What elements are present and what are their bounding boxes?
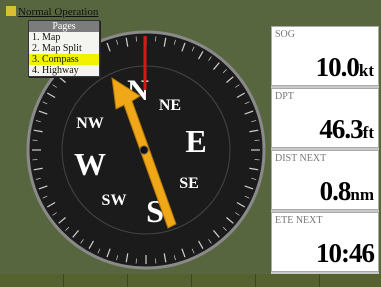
value-unit: kt	[358, 61, 374, 80]
menu-item-compass[interactable]: 3. Compass	[29, 54, 99, 65]
softkey-bar	[0, 274, 381, 287]
menu-item-map-split[interactable]: 2. Map Split	[29, 43, 99, 54]
data-fields-panel: SOG 10.0kt DPT 46.3ft DIST NEXT 0.8nm ET…	[271, 26, 379, 274]
data-field-dist-next[interactable]: DIST NEXT 0.8nm	[271, 150, 379, 210]
data-field-ete-next[interactable]: ETE NEXT 10:46	[271, 212, 379, 272]
pages-menu[interactable]: Pages 1. Map 2. Map Split 3. Compass 4. …	[28, 20, 100, 77]
intercardinal-sw: SW	[102, 192, 127, 209]
menu-item-highway[interactable]: 4. Highway	[29, 65, 99, 76]
data-field-label: DPT	[275, 91, 294, 102]
softkey-2[interactable]	[64, 274, 128, 287]
menu-item-map[interactable]: 1. Map	[29, 32, 99, 43]
data-field-value: 46.3ft	[319, 114, 374, 145]
data-field-dpt[interactable]: DPT 46.3ft	[271, 88, 379, 148]
page-title: Normal Operation	[18, 6, 99, 18]
data-field-label: ETE NEXT	[275, 215, 323, 226]
value-number: 10:46	[316, 238, 375, 268]
data-field-label: DIST NEXT	[275, 153, 327, 164]
data-field-value: 10.0kt	[316, 52, 374, 83]
softkey-3[interactable]	[128, 274, 192, 287]
value-number: 0.8	[319, 176, 352, 206]
value-number: 46.3	[319, 114, 363, 144]
softkey-5[interactable]	[256, 274, 320, 287]
data-field-value: 0.8nm	[320, 176, 374, 207]
cardinal-w: W	[74, 146, 106, 182]
cardinal-e: E	[185, 123, 206, 159]
value-unit: nm	[350, 185, 374, 204]
data-field-value: 10:46	[316, 238, 375, 269]
intercardinal-ne: NE	[159, 97, 181, 114]
intercardinal-se: SE	[179, 175, 199, 192]
value-unit: ft	[362, 123, 374, 142]
softkey-6[interactable]	[320, 274, 381, 287]
page-title-bar: Normal Operation	[6, 6, 98, 20]
app-logo-icon	[6, 6, 16, 16]
intercardinal-nw: NW	[76, 115, 104, 132]
pages-menu-header: Pages	[29, 21, 99, 32]
softkey-1[interactable]	[0, 274, 64, 287]
softkey-4[interactable]	[192, 274, 256, 287]
data-field-label: SOG	[275, 29, 296, 40]
compass-center-pivot	[139, 145, 149, 155]
data-field-sog[interactable]: SOG 10.0kt	[271, 26, 379, 86]
chartplotter-screen: N E S W NE SE SW NW Normal Operation Pag…	[0, 0, 381, 287]
value-number: 10.0	[315, 52, 360, 82]
